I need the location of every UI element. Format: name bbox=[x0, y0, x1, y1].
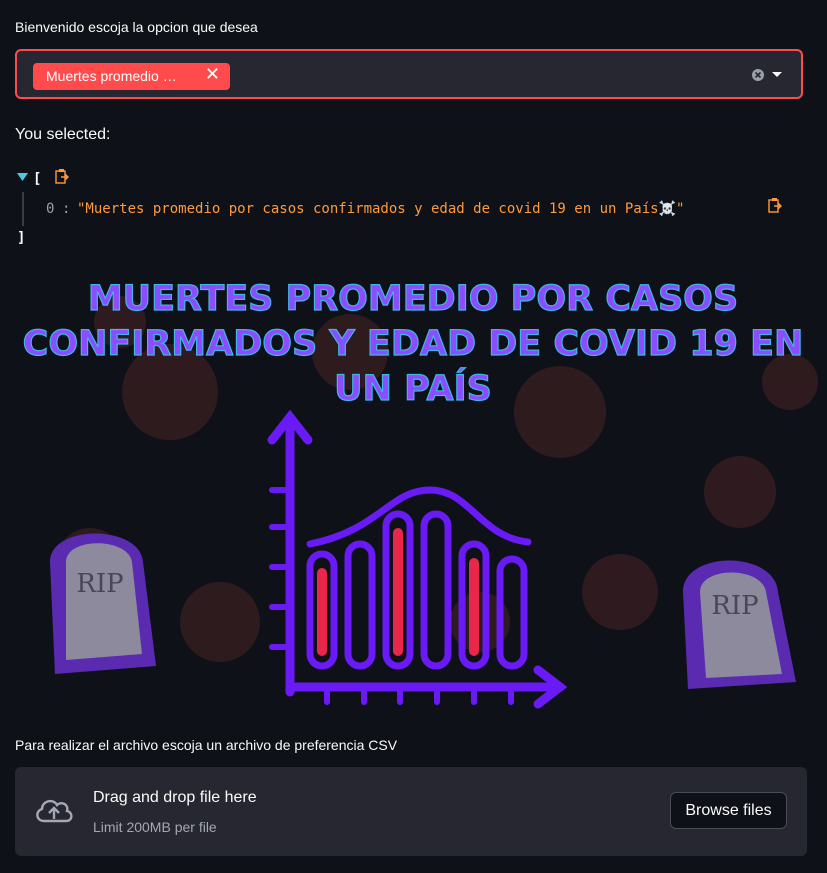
json-item-value: "Muertes promedio por casos confirmados … bbox=[77, 201, 685, 217]
tombstone-left: RIP bbox=[50, 533, 156, 674]
json-item-index: 0 bbox=[46, 201, 55, 217]
dropzone-title: Drag and drop file here bbox=[93, 789, 257, 806]
collapse-triangle-icon[interactable] bbox=[17, 172, 29, 182]
selected-tag: Muertes promedio … ✕ bbox=[33, 63, 230, 90]
copy-icon[interactable] bbox=[768, 197, 783, 214]
select-label: Bienvenido escoja la opcion que desea bbox=[15, 19, 258, 35]
json-item-colon: : bbox=[62, 201, 71, 217]
tag-remove-icon[interactable]: ✕ bbox=[205, 64, 220, 85]
uploader-label: Para realizar el archivo escoja un archi… bbox=[15, 737, 398, 753]
file-dropzone[interactable]: Drag and drop file here Limit 200MB per … bbox=[15, 767, 807, 856]
json-indent-guide bbox=[22, 192, 24, 226]
selected-tag-label: Muertes promedio … bbox=[46, 68, 177, 84]
caret-down-icon[interactable] bbox=[771, 71, 783, 79]
banner-title-line: UN PAÍS bbox=[334, 367, 492, 409]
dropzone-limit: Limit 200MB per file bbox=[93, 819, 217, 835]
json-open-bracket: [ bbox=[33, 171, 42, 187]
output-heading: You selected: bbox=[15, 126, 111, 143]
banner-image: MUERTES PROMEDIO POR CASOS CONFIRMADOS Y… bbox=[0, 262, 827, 722]
tombstone-text: RIP bbox=[76, 569, 123, 599]
tombstone-text: RIP bbox=[711, 591, 758, 621]
copy-icon[interactable] bbox=[55, 168, 70, 185]
banner-title-line: MUERTES PROMEDIO POR CASOS bbox=[88, 279, 738, 319]
clear-icon[interactable] bbox=[752, 69, 766, 83]
multiselect-input[interactable]: Muertes promedio … ✕ bbox=[15, 49, 803, 99]
banner-title-line: CONFIRMADOS Y EDAD DE COVID 19 EN bbox=[23, 324, 804, 364]
cloud-upload-icon bbox=[36, 799, 73, 823]
json-close-bracket: ] bbox=[17, 230, 26, 246]
browse-files-button[interactable]: Browse files bbox=[670, 792, 787, 829]
